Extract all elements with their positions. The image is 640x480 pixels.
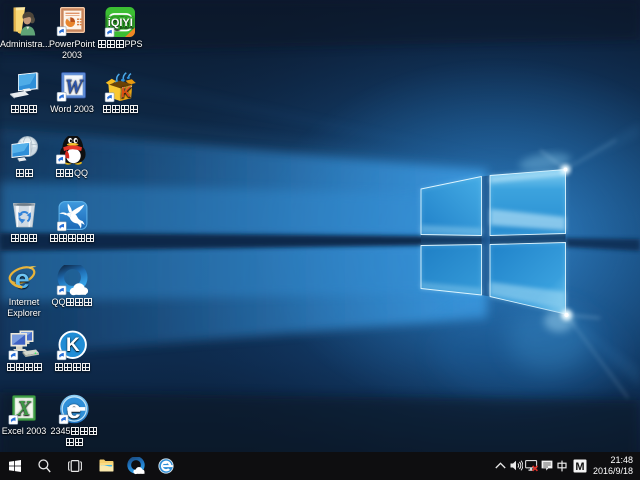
svg-text:e: e <box>15 265 30 294</box>
svg-text:iQIYI: iQIYI <box>108 17 133 29</box>
svg-text:X: X <box>16 396 32 420</box>
svg-text:W: W <box>65 76 84 98</box>
svg-text:K: K <box>66 335 80 356</box>
svg-text:M: M <box>575 461 584 473</box>
